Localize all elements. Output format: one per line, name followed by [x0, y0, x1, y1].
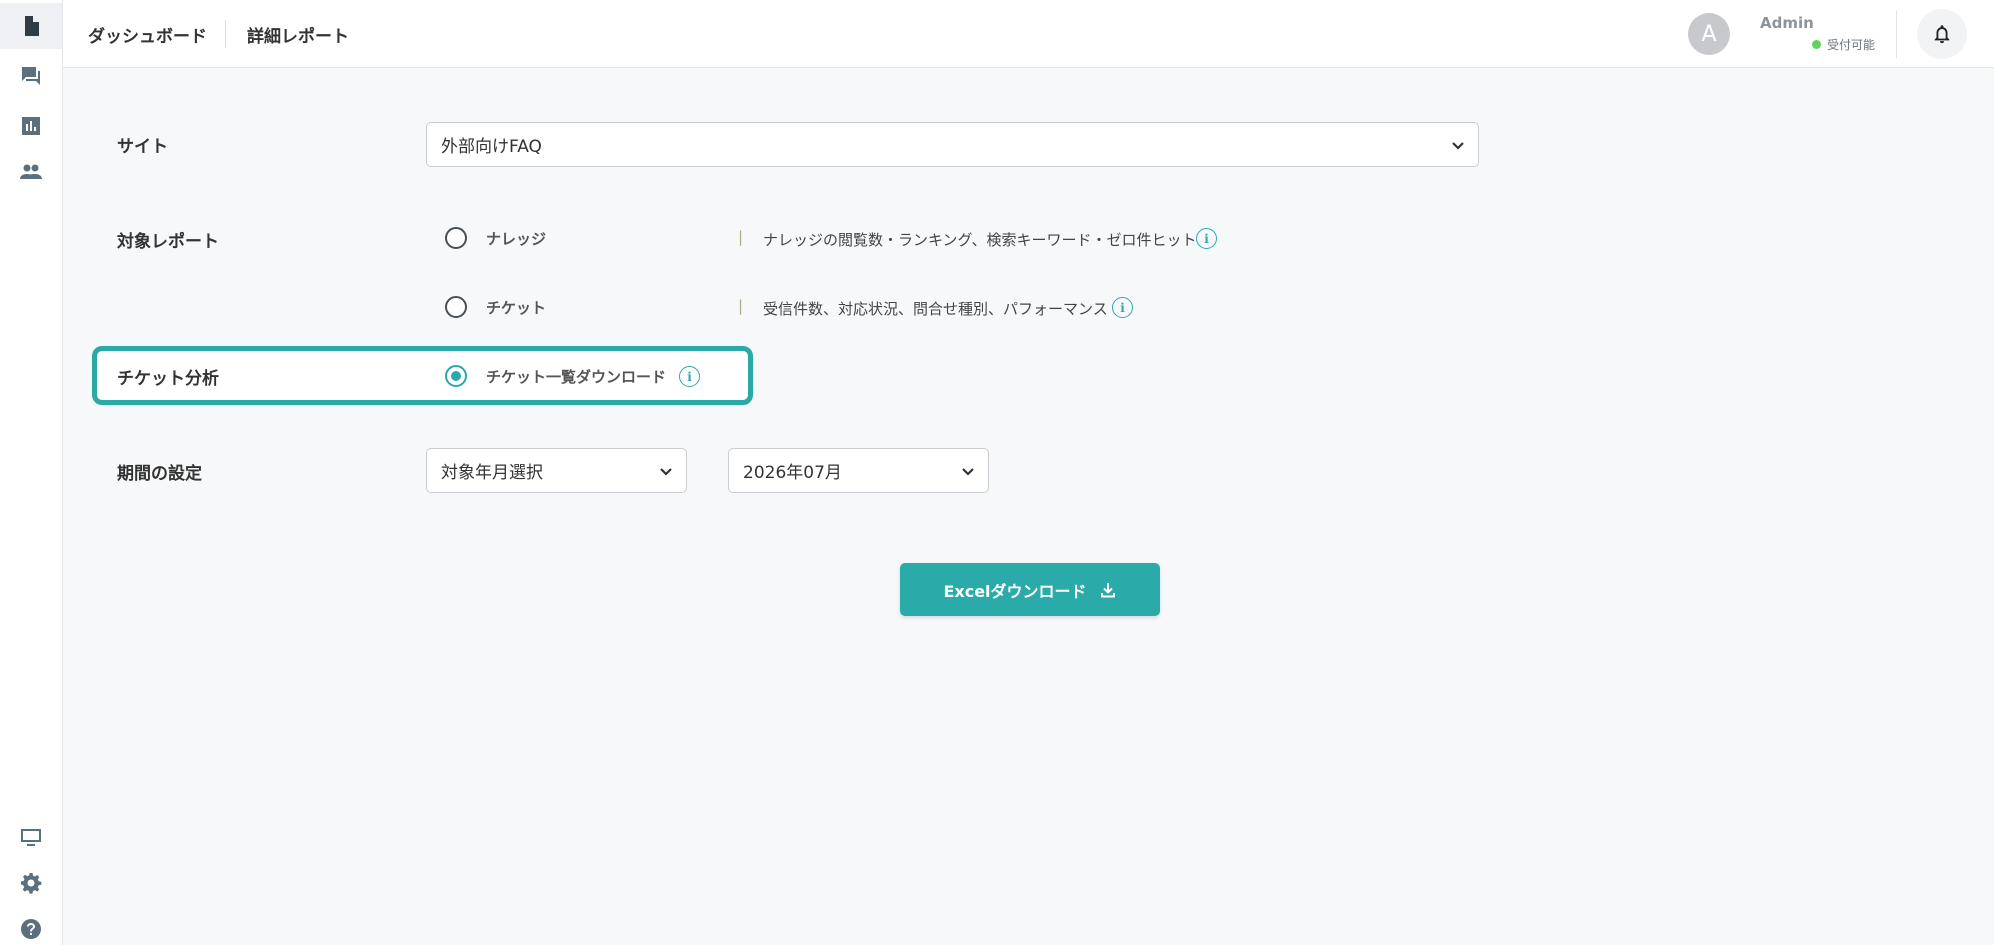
option-separator: | [738, 228, 744, 246]
option-ticket-description: 受信件数、対応状況、問合せ種別、パフォーマンス [763, 300, 1108, 318]
sidebar-item-documents[interactable] [0, 3, 62, 49]
chevron-down-icon [1450, 137, 1466, 153]
user-name: Admin [1760, 14, 1814, 32]
info-icon[interactable]: i [1112, 297, 1133, 318]
ticket-analysis-label: チケット分析 [117, 369, 219, 389]
sidebar-item-settings[interactable] [0, 860, 62, 906]
excel-download-button[interactable]: Excelダウンロード [900, 563, 1160, 616]
avatar[interactable]: A [1688, 13, 1730, 55]
site-select[interactable]: 外部向けFAQ [426, 122, 1479, 167]
help-icon [21, 919, 41, 939]
chat-icon [22, 67, 40, 85]
breadcrumb-divider [225, 20, 226, 48]
bell-icon [1934, 25, 1950, 44]
status-text: 受付可能 [1827, 38, 1876, 52]
document-icon [25, 16, 39, 36]
report-target-label: 対象レポート [117, 232, 219, 252]
chevron-down-icon [658, 463, 674, 479]
sidebar-item-reports[interactable] [0, 103, 62, 149]
sidebar-item-help[interactable] [0, 906, 62, 945]
option-knowledge-label[interactable]: ナレッジ [486, 228, 546, 249]
site-label: サイト [117, 137, 168, 157]
header: ダッシュボード 詳細レポート A Admin 受付可能 [63, 0, 1994, 68]
notification-button[interactable] [1917, 9, 1967, 59]
monitor-icon [21, 829, 41, 846]
excel-download-label: Excelダウンロード [943, 581, 1087, 601]
status-dot [1812, 40, 1821, 49]
month-select-value: 2026年07月 [743, 463, 842, 483]
sidebar-item-users[interactable] [0, 149, 62, 195]
sidebar-item-monitor[interactable] [0, 814, 62, 860]
gear-icon [21, 873, 42, 894]
people-icon [20, 164, 42, 179]
sidebar-item-chat[interactable] [0, 53, 62, 99]
chevron-down-icon [960, 463, 976, 479]
radio-ticket[interactable] [445, 296, 467, 318]
site-select-value: 外部向けFAQ [441, 137, 542, 157]
bar-chart-icon [22, 117, 40, 135]
option-knowledge-description: ナレッジの閲覧数・ランキング、検索キーワード・ゼロ件ヒット [763, 231, 1197, 249]
radio-knowledge[interactable] [445, 227, 467, 249]
option-ticket-label[interactable]: チケット [486, 297, 546, 318]
sidebar [0, 0, 63, 945]
option-ticket-list-download-label[interactable]: チケット一覧ダウンロード [486, 366, 666, 387]
header-divider [1896, 10, 1897, 58]
breadcrumb-dashboard[interactable]: ダッシュボード [88, 22, 207, 47]
month-select[interactable]: 2026年07月 [728, 448, 989, 493]
period-mode-value: 対象年月選択 [441, 463, 543, 483]
breadcrumb-detail-report[interactable]: 詳細レポート [247, 22, 349, 47]
user-status: 受付可能 [1812, 36, 1875, 53]
period-label: 期間の設定 [117, 464, 202, 484]
download-icon [1100, 582, 1115, 597]
option-separator: | [738, 297, 744, 315]
info-icon[interactable]: i [679, 366, 700, 387]
period-mode-select[interactable]: 対象年月選択 [426, 448, 687, 493]
info-icon[interactable]: i [1196, 228, 1217, 249]
radio-ticket-list-download[interactable] [445, 365, 467, 387]
